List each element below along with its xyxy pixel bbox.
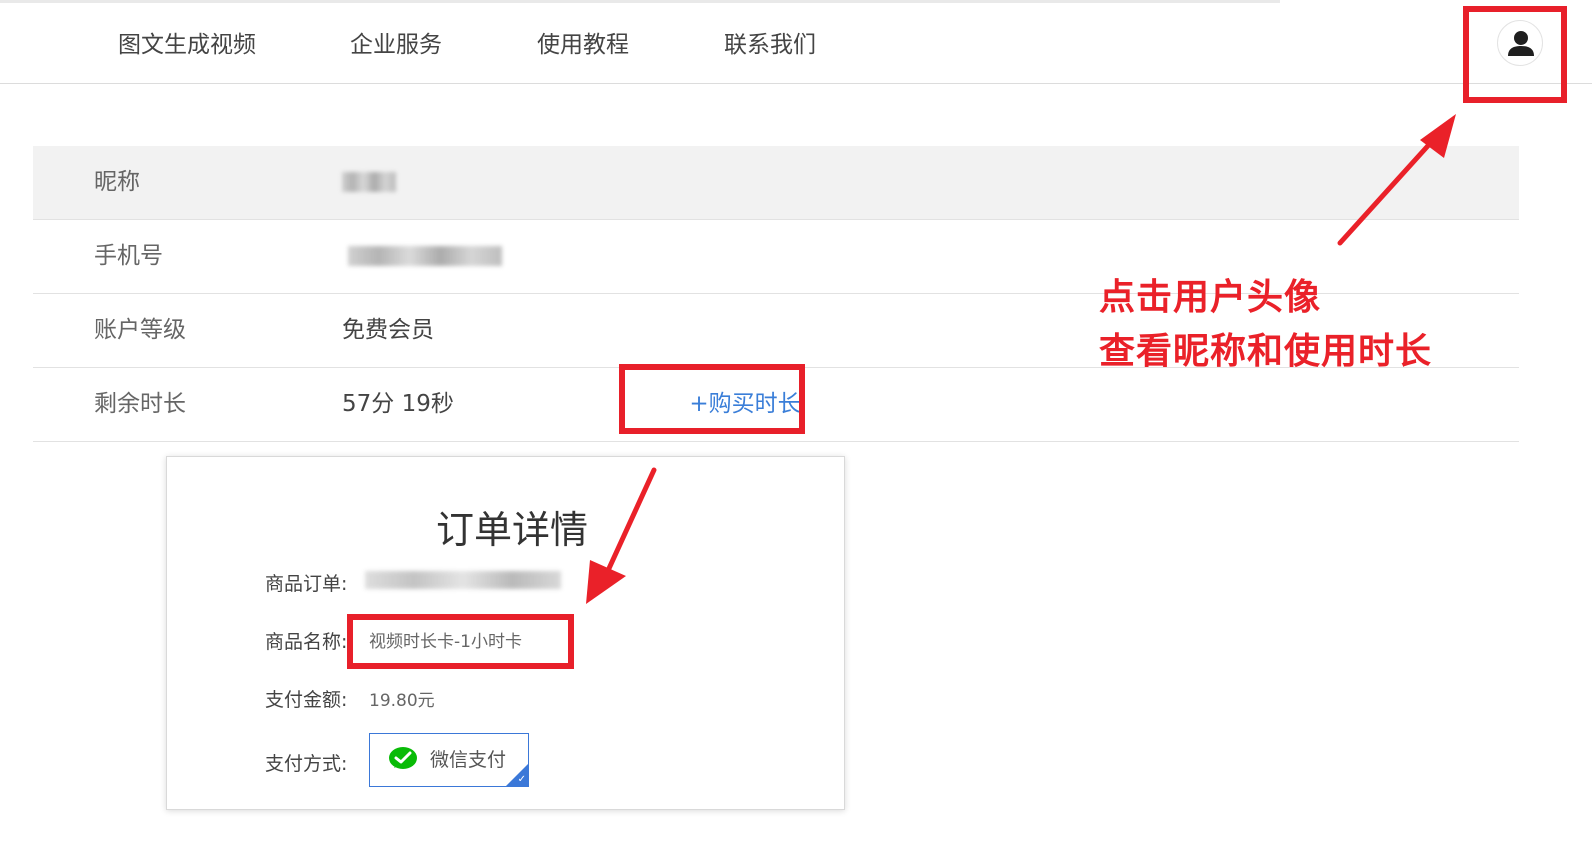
level-value: 免费会员	[342, 317, 434, 343]
remaining-time-value: 57分 19秒	[342, 391, 454, 417]
wechat-pay-label: 微信支付	[430, 749, 507, 771]
payment-method-label: 支付方式:	[265, 753, 348, 775]
order-title: 订单详情	[435, 508, 588, 552]
order-number-blurred	[365, 571, 561, 589]
highlight-product-box	[347, 614, 574, 669]
amount-value: 19.80元	[369, 691, 435, 711]
amount-label: 支付金额:	[265, 689, 348, 711]
nav-item-image-to-video[interactable]: 图文生成视频	[118, 8, 256, 82]
phone-value-blurred	[348, 246, 502, 266]
highlight-buy-box	[619, 364, 805, 434]
highlight-avatar-box	[1463, 6, 1567, 103]
product-name-label: 商品名称:	[265, 631, 348, 653]
annotation-line-1: 点击用户头像	[1099, 277, 1322, 318]
check-icon: ✓	[517, 774, 526, 785]
annotation-line-2: 查看昵称和使用时长	[1099, 331, 1433, 372]
nickname-value-blurred	[342, 172, 396, 192]
nickname-label: 昵称	[94, 169, 140, 195]
nav-item-contact[interactable]: 联系我们	[724, 8, 816, 82]
remaining-time-label: 剩余时长	[94, 391, 186, 417]
nav-item-enterprise[interactable]: 企业服务	[350, 8, 442, 82]
profile-row-nickname: 昵称	[33, 146, 1519, 220]
nav-item-tutorial[interactable]: 使用教程	[537, 8, 629, 82]
order-number-label: 商品订单:	[265, 573, 348, 595]
level-label: 账户等级	[94, 317, 186, 343]
top-strip	[0, 0, 1280, 3]
wechat-pay-icon	[389, 747, 417, 769]
top-navbar: 图文生成视频 企业服务 使用教程 联系我们	[0, 8, 1592, 84]
phone-label: 手机号	[94, 243, 163, 269]
wechat-pay-button[interactable]: 微信支付 ✓	[369, 733, 529, 787]
